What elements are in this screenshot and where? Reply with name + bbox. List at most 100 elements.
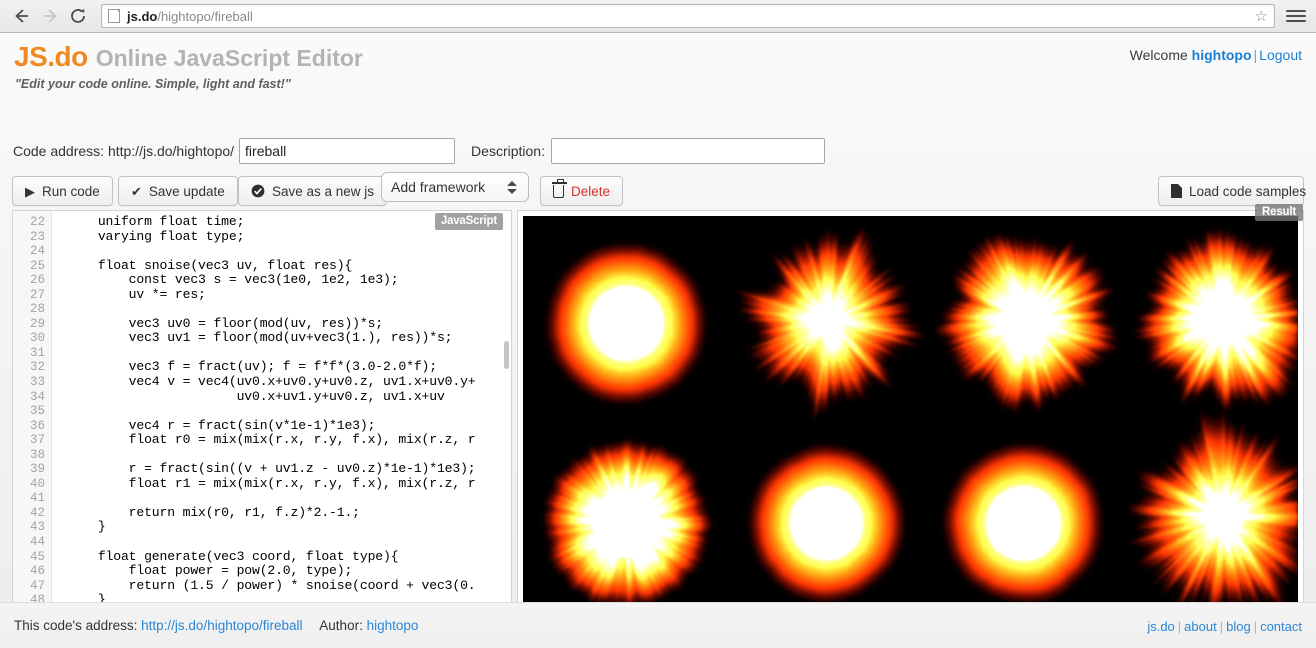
check-icon: ✔ [131,185,142,198]
save-update-label: Save update [149,184,225,199]
save-as-new-label: Save as a new js [272,184,374,199]
code-line: return mix(r0, r1, f.z)*2.-1.; [67,506,511,521]
code-line: const vec3 s = vec3(1e0, 1e2, 1e3); [67,273,511,288]
footer-link-contact[interactable]: contact [1260,619,1302,634]
line-number: 28 [13,302,45,317]
hamburger-menu-icon[interactable] [1286,10,1306,22]
page-footer: This code's address: http://js.do/highto… [0,602,1316,648]
code-line: vec3 f = fract(uv); f = f*f*(3.0-2.0*f); [67,360,511,375]
code-line [67,346,511,361]
code-name-input[interactable] [239,138,455,164]
run-code-button[interactable]: ▶ Run code [12,176,113,206]
code-line [67,535,511,550]
line-number: 26 [13,273,45,288]
line-number: 25 [13,259,45,274]
site-tagline: "Edit your code online. Simple, light an… [15,77,291,91]
code-line [67,404,511,419]
code-line: return (1.5 / power) * snoise(coord + ve… [67,579,511,594]
line-number-gutter: 2223242526272829303132333435363738394041… [13,211,52,629]
welcome-label: Welcome [1130,47,1188,63]
code-line: vec4 v = vec4(uv0.x+uv0.y+uv0.z, uv1.x+u… [67,375,511,390]
url-bar[interactable]: js.do/hightopo/fireball ☆ [101,4,1275,28]
code-line: varying float type; [67,230,511,245]
document-icon [1171,184,1182,198]
line-number: 24 [13,244,45,259]
delete-label: Delete [571,184,610,199]
code-line [67,302,511,317]
url-text: js.do/hightopo/fireball [127,9,253,24]
footer-link-about[interactable]: about [1184,619,1217,634]
code-line: } [67,520,511,535]
line-number: 42 [13,506,45,521]
editor-scrollbar-thumb[interactable] [504,341,509,369]
play-icon: ▶ [25,185,35,198]
footer-links: js.do|about|blog|contact [1147,619,1302,634]
load-code-samples-button[interactable]: Load code samples [1158,176,1304,206]
footer-address-label: This code's address: [14,618,137,633]
editor-scrollbar[interactable] [501,211,511,629]
footer-link-blog[interactable]: blog [1226,619,1251,634]
line-number: 34 [13,390,45,405]
save-update-button[interactable]: ✔ Save update [118,176,238,206]
footer-address-area: This code's address: http://js.do/highto… [14,618,418,633]
code-editor-pane[interactable]: 2223242526272829303132333435363738394041… [12,210,512,630]
page-document-icon [108,9,120,23]
logout-link[interactable]: Logout [1259,47,1302,63]
site-logo[interactable]: JS.do Online JavaScript Editor [14,41,363,73]
code-text-area[interactable]: uniform float time; varying float type; … [53,211,511,629]
bookmark-star-icon[interactable]: ☆ [1255,7,1268,25]
back-button[interactable] [8,2,36,30]
code-address-row: Code address: http://js.do/hightopo/ Des… [0,133,1316,169]
arrow-left-icon [12,6,32,26]
line-number: 45 [13,550,45,565]
line-number: 46 [13,564,45,579]
delete-button[interactable]: Delete [540,176,623,206]
code-line: vec3 uv1 = floor(mod(uv+vec3(1.), res))*… [67,331,511,346]
page-body: JS.do Online JavaScript Editor "Edit you… [0,33,1316,648]
line-number: 23 [13,230,45,245]
code-line: vec4 r = fract(sin(v*1e-1)*1e3); [67,419,511,434]
line-number: 41 [13,491,45,506]
footer-link-js-do[interactable]: js.do [1147,619,1174,634]
line-number: 31 [13,346,45,361]
code-line: vec3 uv0 = floor(mod(uv, res))*s; [67,317,511,332]
line-number: 29 [13,317,45,332]
user-session-area: Welcome hightopo|Logout [1130,47,1302,63]
logo-primary: JS.do [14,41,88,73]
fireball-render [523,216,1298,624]
line-number: 43 [13,520,45,535]
footer-link-separator: | [1254,619,1257,634]
description-input[interactable] [551,138,825,164]
result-canvas[interactable] [523,216,1298,624]
save-as-new-button[interactable]: Save as a new js [238,176,387,206]
line-number: 32 [13,360,45,375]
code-address-label: Code address: http://js.do/hightopo/ [13,143,234,159]
code-line: float snoise(vec3 uv, float res){ [67,259,511,274]
url-host: js.do [127,9,157,24]
line-number: 33 [13,375,45,390]
line-number: 36 [13,419,45,434]
code-line: float power = pow(2.0, type); [67,564,511,579]
line-number: 38 [13,448,45,463]
forward-button[interactable] [36,2,64,30]
editor-toolbar: ▶ Run code ✔ Save update Save as a new j… [0,176,1316,210]
arrow-right-icon [40,6,60,26]
line-number: 22 [13,215,45,230]
check-circle-icon [251,184,265,198]
code-line [67,491,511,506]
username-link[interactable]: hightopo [1192,47,1252,63]
code-line [67,448,511,463]
line-number: 39 [13,462,45,477]
site-header: JS.do Online JavaScript Editor "Edit you… [0,33,1316,95]
trash-icon [553,185,564,198]
add-framework-select[interactable]: Add framework [381,172,529,202]
code-line: float generate(vec3 coord, float type){ [67,550,511,565]
workspace: 2223242526272829303132333435363738394041… [12,210,1304,630]
footer-author-link[interactable]: hightopo [367,618,419,633]
description-label: Description: [471,143,545,159]
footer-address-link[interactable]: http://js.do/hightopo/fireball [141,618,302,633]
result-badge: Result [1255,204,1303,221]
code-line: float r1 = mix(mix(r.x, r.y, f.x), mix(r… [67,477,511,492]
reload-button[interactable] [64,2,92,30]
run-code-label: Run code [42,184,100,199]
